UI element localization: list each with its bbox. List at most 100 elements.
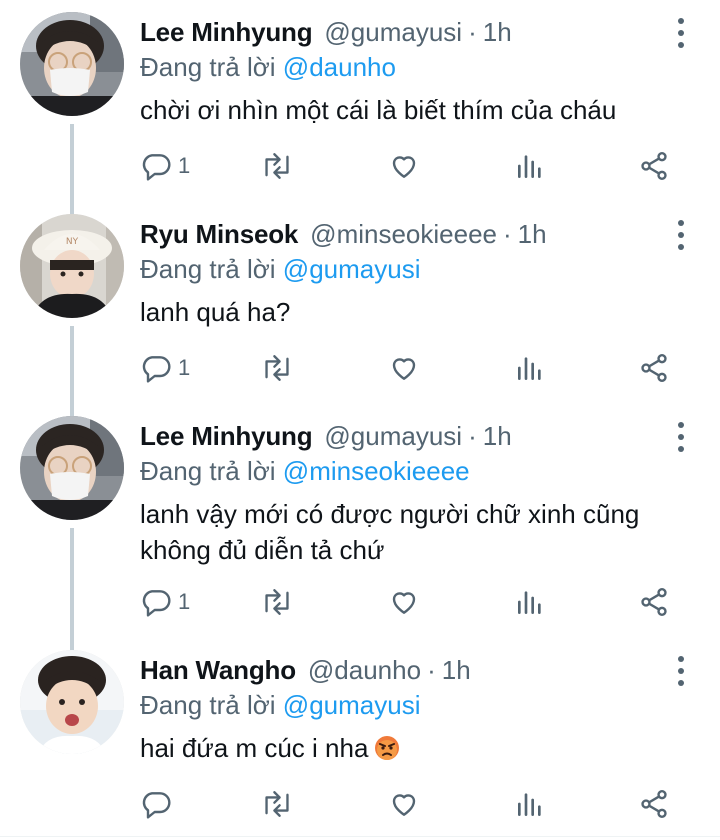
retweet-icon <box>260 788 294 820</box>
replying-to: Đang trả lời @gumayusi <box>140 690 420 721</box>
action-bar <box>140 784 680 824</box>
retweet-button[interactable] <box>260 784 294 824</box>
user-handle[interactable]: @gumayusi <box>324 17 462 48</box>
angry-face-emoji <box>374 734 400 760</box>
user-handle[interactable]: @gumayusi <box>324 421 462 452</box>
selfie-photo <box>20 650 124 754</box>
retweet-button[interactable] <box>260 348 294 388</box>
heart-icon <box>388 352 420 384</box>
reply-icon <box>140 150 172 182</box>
heart-icon <box>388 586 420 618</box>
analytics-icon <box>514 586 546 618</box>
like-button[interactable] <box>388 146 420 186</box>
svg-text:NY: NY <box>66 237 79 247</box>
retweet-icon <box>260 586 294 618</box>
reply-button[interactable]: 1 <box>140 146 190 186</box>
separator-dot: · <box>503 218 512 249</box>
timestamp[interactable]: 1h <box>442 655 471 686</box>
share-button[interactable] <box>638 582 670 622</box>
views-button[interactable] <box>514 348 546 388</box>
display-name[interactable]: Lee Minhyung <box>140 17 313 48</box>
reply-button[interactable]: 1 <box>140 348 190 388</box>
replying-to-label: Đang trả lời <box>140 52 276 82</box>
mention-link[interactable]: @daunho <box>283 52 396 82</box>
user-handle[interactable]: @daunho <box>308 655 421 686</box>
tweet-text-content: hai đứa m cúc i nha <box>140 733 369 763</box>
replying-to-label: Đang trả lời <box>140 690 276 720</box>
timestamp[interactable]: 1h <box>483 421 512 452</box>
tweet[interactable]: NY Ryu Minseok @minseokieeee · 1h Đang t… <box>0 202 720 404</box>
masked-glasses-photo <box>20 416 124 520</box>
replying-to-label: Đang trả lời <box>140 456 276 486</box>
mention-link[interactable]: @gumayusi <box>283 254 421 284</box>
tweet[interactable]: Han Wangho @daunho · 1h Đang trả lời @gu… <box>0 638 720 838</box>
display-name[interactable]: Lee Minhyung <box>140 421 313 452</box>
mention-link[interactable]: @minseokieeee <box>283 456 470 486</box>
tweet-header: Han Wangho @daunho · 1h <box>140 652 471 688</box>
avatar[interactable] <box>20 416 124 520</box>
reply-icon <box>140 586 172 618</box>
reply-button[interactable]: 1 <box>140 582 190 622</box>
like-button[interactable] <box>388 784 420 824</box>
tweet[interactable]: Lee Minhyung @gumayusi · 1h Đang trả lời… <box>0 404 720 638</box>
reply-icon <box>140 352 172 384</box>
tweet-header: Ryu Minseok @minseokieeee · 1h <box>140 216 547 252</box>
reply-count: 1 <box>178 355 191 380</box>
reply-button[interactable] <box>140 784 178 824</box>
action-bar: 1 <box>140 146 680 186</box>
reply-thread: Lee Minhyung @gumayusi · 1h Đang trả lời… <box>0 0 720 840</box>
tweet-text: lanh vậy mới có được người chữ xinh cũng… <box>140 499 640 565</box>
tweet-text: chời ơi nhìn một cái là biết thím của ch… <box>140 95 617 125</box>
share-icon <box>638 586 670 618</box>
heart-icon <box>388 788 420 820</box>
share-button[interactable] <box>638 784 670 824</box>
like-button[interactable] <box>388 582 420 622</box>
reply-count: 1 <box>178 153 191 178</box>
avatar[interactable]: NY <box>20 214 124 318</box>
user-handle[interactable]: @minseokieeee <box>310 219 497 250</box>
avatar[interactable] <box>20 12 124 116</box>
retweet-icon <box>260 352 294 384</box>
like-button[interactable] <box>388 348 420 388</box>
masked-glasses-photo <box>20 12 124 116</box>
timestamp[interactable]: 1h <box>483 17 512 48</box>
share-icon <box>638 150 670 182</box>
tweet-header: Lee Minhyung @gumayusi · 1h <box>140 418 512 454</box>
tweet-text: hai đứa m cúc i nha <box>140 730 700 766</box>
views-button[interactable] <box>514 582 546 622</box>
more-options-icon[interactable] <box>674 422 688 452</box>
views-button[interactable] <box>514 146 546 186</box>
retweet-button[interactable] <box>260 582 294 622</box>
more-options-icon[interactable] <box>674 220 688 250</box>
display-name[interactable]: Ryu Minseok <box>140 219 298 250</box>
replying-to-label: Đang trả lời <box>140 254 276 284</box>
share-button[interactable] <box>638 146 670 186</box>
bucket-hat-photo: NY <box>20 214 124 318</box>
separator-dot: · <box>427 654 436 685</box>
retweet-icon <box>260 150 294 182</box>
reply-count: 1 <box>178 589 191 614</box>
action-bar: 1 <box>140 348 680 388</box>
timestamp[interactable]: 1h <box>518 219 547 250</box>
tweet-header: Lee Minhyung @gumayusi · 1h <box>140 14 512 50</box>
analytics-icon <box>514 788 546 820</box>
tweet-text: lanh quá ha? <box>140 297 291 327</box>
display-name[interactable]: Han Wangho <box>140 655 296 686</box>
reply-icon <box>140 788 172 820</box>
more-options-icon[interactable] <box>674 656 688 686</box>
replying-to: Đang trả lời @daunho <box>140 52 396 83</box>
heart-icon <box>388 150 420 182</box>
action-bar: 1 <box>140 582 680 622</box>
retweet-button[interactable] <box>260 146 294 186</box>
separator-dot: · <box>468 420 477 451</box>
replying-to: Đang trả lời @minseokieeee <box>140 456 470 487</box>
analytics-icon <box>514 352 546 384</box>
more-options-icon[interactable] <box>674 18 688 48</box>
separator-dot: · <box>468 16 477 47</box>
analytics-icon <box>514 150 546 182</box>
mention-link[interactable]: @gumayusi <box>283 690 421 720</box>
share-button[interactable] <box>638 348 670 388</box>
avatar[interactable] <box>20 650 124 754</box>
views-button[interactable] <box>514 784 546 824</box>
tweet[interactable]: Lee Minhyung @gumayusi · 1h Đang trả lời… <box>0 0 720 202</box>
